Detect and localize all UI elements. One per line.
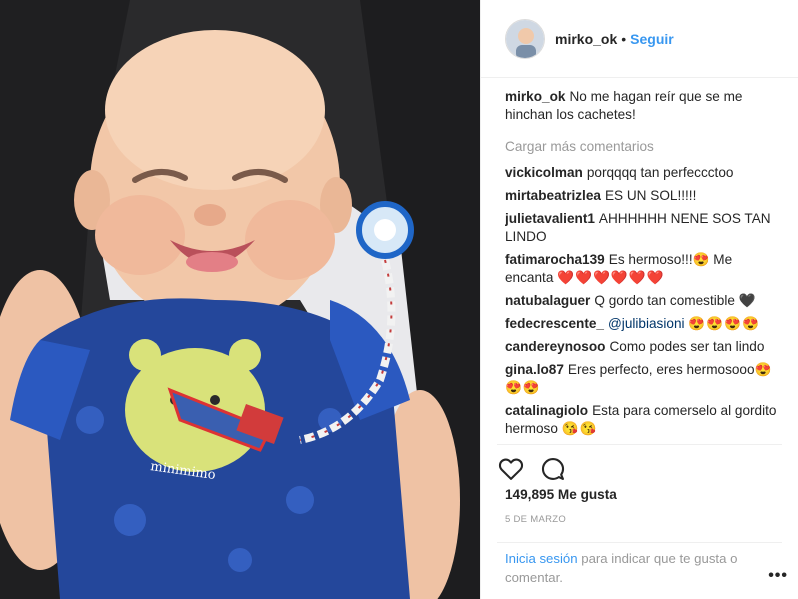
comment-text: Eres perfecto, eres hermosooo😍 xyxy=(567,362,772,377)
comment-username[interactable]: fedecrescente_ xyxy=(505,316,604,331)
kiss-emoji: 😘😘 xyxy=(561,421,598,436)
comment-item: julietavalient1 AHHHHHH NENE SOS TAN LIND… xyxy=(505,210,782,246)
heart-outline-icon[interactable] xyxy=(497,455,525,483)
comment-item: vickicolman porqqqq tan perfeccctoo xyxy=(505,164,782,182)
header-username[interactable]: mirko_ok xyxy=(555,31,617,47)
avatar[interactable] xyxy=(505,18,545,59)
login-link[interactable]: Inicia sesión xyxy=(505,551,578,566)
post-date[interactable]: 5 DE MARZO xyxy=(505,514,566,525)
post-sidebar: mirko_ok • Seguir mirko_ok No me hagan re… xyxy=(480,0,798,599)
comment-item: fedecrescente_ @julibiasioni 😍😍😍😍 xyxy=(505,315,782,333)
black-heart-emoji: 🖤 xyxy=(738,293,757,308)
instagram-post: minimimo mirko_ok • Seguir mirko_ok No m… xyxy=(0,0,798,599)
login-prompt: Inicia sesión para indicar que te gusta … xyxy=(497,542,782,587)
heart-eyes-emoji: 😍😍 xyxy=(505,380,541,395)
comment-text: Como podes ser tan lindo xyxy=(609,339,765,354)
comment-bubble-icon[interactable] xyxy=(539,455,567,483)
comment-item: catalinagiolo Esta para comerselo al gord… xyxy=(505,402,782,438)
comment-mention-link[interactable]: @julibiasioni xyxy=(608,316,685,331)
comment-username[interactable]: fatimarocha139 xyxy=(505,252,605,267)
header-separator: • xyxy=(621,30,627,47)
comment-username[interactable]: vickicolman xyxy=(505,165,583,180)
comment-username[interactable]: candereynosoo xyxy=(505,339,605,354)
comment-item: natubalaguer Q gordo tan comestible 🖤 xyxy=(505,292,782,310)
action-bar xyxy=(497,444,782,484)
hearts-emoji: ❤️❤️❤️❤️❤️❤️ xyxy=(557,270,665,285)
post-photo[interactable]: minimimo xyxy=(0,0,480,599)
comment-item: gina.lo87 Eres perfecto, eres hermosooo😍 … xyxy=(505,361,782,397)
comments-list[interactable]: mirko_ok No me hagan reír que se me hinch… xyxy=(505,88,782,444)
heart-eyes-emoji: 😍😍😍😍 xyxy=(688,316,761,331)
comment-username[interactable]: mirtabeatrizlea xyxy=(505,188,601,203)
comment-item: candereynosoo Como podes ser tan lindo xyxy=(505,338,782,356)
likes-count[interactable]: 149,895 Me gusta xyxy=(505,487,617,502)
post-header: mirko_ok • Seguir xyxy=(481,0,798,78)
comment-username[interactable]: julietavalient1 xyxy=(505,211,595,226)
load-more-comments-button[interactable]: Cargar más comentarios xyxy=(505,138,782,156)
comment-username[interactable]: natubalaguer xyxy=(505,293,590,308)
comment-item: fatimarocha139 Es hermoso!!!😍 Me encanta … xyxy=(505,251,782,287)
comment-username[interactable]: gina.lo87 xyxy=(505,362,564,377)
follow-button[interactable]: Seguir xyxy=(630,31,674,47)
more-options-icon[interactable]: ••• xyxy=(768,567,788,585)
comment-text: porqqqq tan perfeccctoo xyxy=(586,165,734,180)
caption-username[interactable]: mirko_ok xyxy=(505,89,565,104)
comment-text: Q gordo tan comestible xyxy=(594,293,735,308)
baby-photo-illustration: minimimo xyxy=(0,0,480,599)
comment-text: ES UN SOL!!!!! xyxy=(604,188,697,203)
avatar-image xyxy=(506,19,544,58)
post-caption: mirko_ok No me hagan reír que se me hinch… xyxy=(505,88,782,124)
comment-item: mirtabeatrizlea ES UN SOL!!!!! xyxy=(505,187,782,205)
comment-username[interactable]: catalinagiolo xyxy=(505,403,588,418)
